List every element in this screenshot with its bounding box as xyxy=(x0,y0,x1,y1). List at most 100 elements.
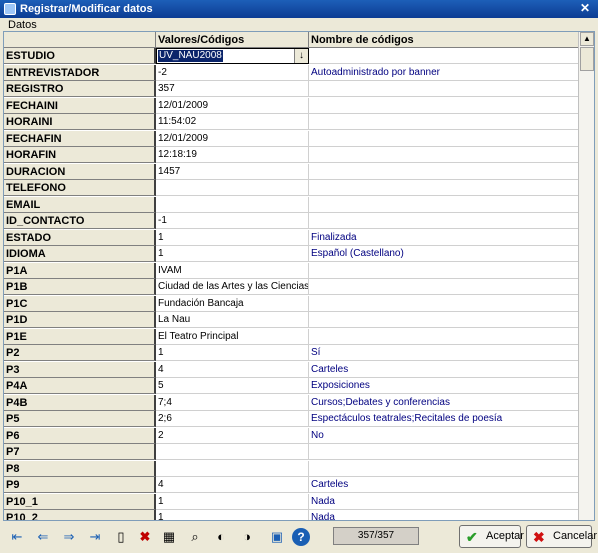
row-header: P7 xyxy=(4,444,156,460)
search-icon[interactable]: ⌕ xyxy=(186,528,204,546)
menu-datos[interactable]: Datos xyxy=(8,19,37,31)
next-record-icon[interactable]: ⇒ xyxy=(60,528,78,546)
table-row: HORAINI 11:54:02 xyxy=(4,114,579,130)
code-name-cell xyxy=(309,48,579,64)
value-cell[interactable]: -2 xyxy=(156,64,309,81)
value-cell[interactable]: 12:18:19 xyxy=(156,147,309,163)
value-cell[interactable] xyxy=(156,444,309,460)
scroll-thumb[interactable] xyxy=(580,47,594,71)
row-header: P1E xyxy=(4,328,156,345)
value-cell[interactable]: 4 xyxy=(156,361,309,378)
row-header: ID_CONTACTO xyxy=(4,213,156,229)
table-row: ESTADO 1 Finalizada xyxy=(4,229,579,246)
table-row: TELEFONO xyxy=(4,180,579,196)
value-cell[interactable] xyxy=(156,460,309,477)
row-header: P3 xyxy=(4,361,156,378)
header-corner xyxy=(4,32,156,48)
cancel-label: Cancelar xyxy=(553,530,598,542)
table-row: P7 xyxy=(4,444,579,460)
value-cell[interactable]: 1457 xyxy=(156,163,309,180)
value-cell[interactable]: Fundación Bancaja xyxy=(156,295,309,312)
row-header: P2 xyxy=(4,345,156,361)
value-cell[interactable]: 2;6 xyxy=(156,411,309,427)
code-name-cell: Carteles xyxy=(309,477,579,493)
new-record-icon[interactable]: ▯ xyxy=(112,528,130,546)
row-header: P4B xyxy=(4,394,156,411)
code-name-cell xyxy=(309,263,579,279)
header-code-names[interactable]: Nombre de códigos xyxy=(309,32,579,48)
value-cell[interactable]: 4 xyxy=(156,477,309,493)
value-cell[interactable]: 2 xyxy=(156,427,309,444)
row-header: REGISTRO xyxy=(4,81,156,97)
table-row: P1B Ciudad de las Artes y las Ciencias xyxy=(4,279,579,295)
row-header: FECHAFIN xyxy=(4,130,156,147)
value-cell[interactable] xyxy=(156,196,309,213)
row-header: P4A xyxy=(4,378,156,394)
value-cell[interactable]: 1 xyxy=(156,229,309,246)
edit-grid-icon[interactable]: ▦ xyxy=(160,528,178,546)
table-row: P9 4 Carteles xyxy=(4,477,579,493)
code-name-cell xyxy=(309,131,579,147)
table-row: P3 4 Carteles xyxy=(4,361,579,378)
accept-label: Aceptar xyxy=(486,530,524,542)
data-grid: Valores/Códigos Nombre de códigos ESTUDI… xyxy=(3,31,595,521)
row-header: P8 xyxy=(4,460,156,477)
row-header: P10_2 xyxy=(4,510,156,520)
row-header: P1C xyxy=(4,295,156,312)
value-cell[interactable]: 1 xyxy=(156,345,309,361)
cancel-button[interactable]: ✖ Cancelar xyxy=(526,525,597,548)
table-row: P6 2 No xyxy=(4,427,579,444)
dropdown-arrow-icon[interactable]: ↓ xyxy=(294,49,308,63)
table-row: EMAIL xyxy=(4,196,579,213)
code-name-cell: Nada xyxy=(309,510,579,520)
code-name-cell: Autoadministrado por banner xyxy=(309,65,579,81)
value-cell[interactable]: 12/01/2009 xyxy=(156,130,309,147)
code-name-cell xyxy=(309,81,579,97)
value-cell[interactable]: 357 xyxy=(156,81,309,97)
code-name-cell: Finalizada xyxy=(309,230,579,246)
first-record-icon[interactable]: ⇤ xyxy=(8,528,26,546)
value-cell[interactable]: Ciudad de las Artes y las Ciencias xyxy=(156,279,309,295)
value-cell[interactable]: 1 xyxy=(156,246,309,262)
value-cell[interactable]: 11:54:02 xyxy=(156,114,309,130)
code-name-cell xyxy=(309,329,579,345)
row-header: ENTREVISTADOR xyxy=(4,64,156,81)
help-icon[interactable]: ? xyxy=(292,528,310,546)
value-cell[interactable]: -1 xyxy=(156,213,309,229)
accept-button[interactable]: ✔ Aceptar xyxy=(459,525,524,548)
value-cell[interactable] xyxy=(156,180,309,196)
code-name-cell xyxy=(309,213,579,229)
value-cell[interactable]: IVAM xyxy=(156,262,309,279)
code-name-cell xyxy=(309,279,579,295)
code-name-cell xyxy=(309,180,579,196)
table-row: FECHAFIN 12/01/2009 xyxy=(4,130,579,147)
table-row: ID_CONTACTO -1 xyxy=(4,213,579,229)
table-row: P4B 7;4 Cursos;Debates y conferencias xyxy=(4,394,579,411)
row-header: P9 xyxy=(4,477,156,493)
row-header: DURACION xyxy=(4,163,156,180)
value-cell[interactable]: La Nau xyxy=(156,312,309,328)
previous-record-icon[interactable]: ⇐ xyxy=(34,528,52,546)
value-cell[interactable]: 7;4 xyxy=(156,394,309,411)
scroll-up-icon[interactable]: ▲ xyxy=(580,32,594,46)
vertical-scrollbar[interactable]: ▲ xyxy=(578,32,594,520)
search-next-icon[interactable]: ◑ xyxy=(238,528,256,546)
delete-record-icon[interactable]: ✖ xyxy=(136,528,154,546)
bottom-toolbar: ⇤ ⇐ ⇒ ⇥ ▯ ✖ ▦ ⌕ ◐ ◑ ▣ ? 357/357 ✔ Acepta… xyxy=(0,522,598,553)
save-icon[interactable]: ▣ xyxy=(268,528,286,546)
value-cell[interactable]: 12/01/2009 xyxy=(156,97,309,114)
row-header: P1B xyxy=(4,279,156,295)
estudio-dropdown[interactable]: UV_NAU2008 ↓ xyxy=(156,48,309,64)
table-row: P1E El Teatro Principal xyxy=(4,328,579,345)
close-icon[interactable]: ✕ xyxy=(578,2,592,16)
header-values[interactable]: Valores/Códigos xyxy=(156,32,309,48)
value-cell[interactable]: 1 xyxy=(156,493,309,510)
value-cell[interactable]: 5 xyxy=(156,378,309,394)
value-cell[interactable]: 1 xyxy=(156,510,309,520)
code-name-cell xyxy=(309,461,579,477)
code-name-cell: Cursos;Debates y conferencias xyxy=(309,395,579,411)
search-previous-icon[interactable]: ◐ xyxy=(212,528,230,546)
value-cell[interactable]: El Teatro Principal xyxy=(156,328,309,345)
last-record-icon[interactable]: ⇥ xyxy=(86,528,104,546)
row-header: ESTUDIO xyxy=(4,48,156,64)
